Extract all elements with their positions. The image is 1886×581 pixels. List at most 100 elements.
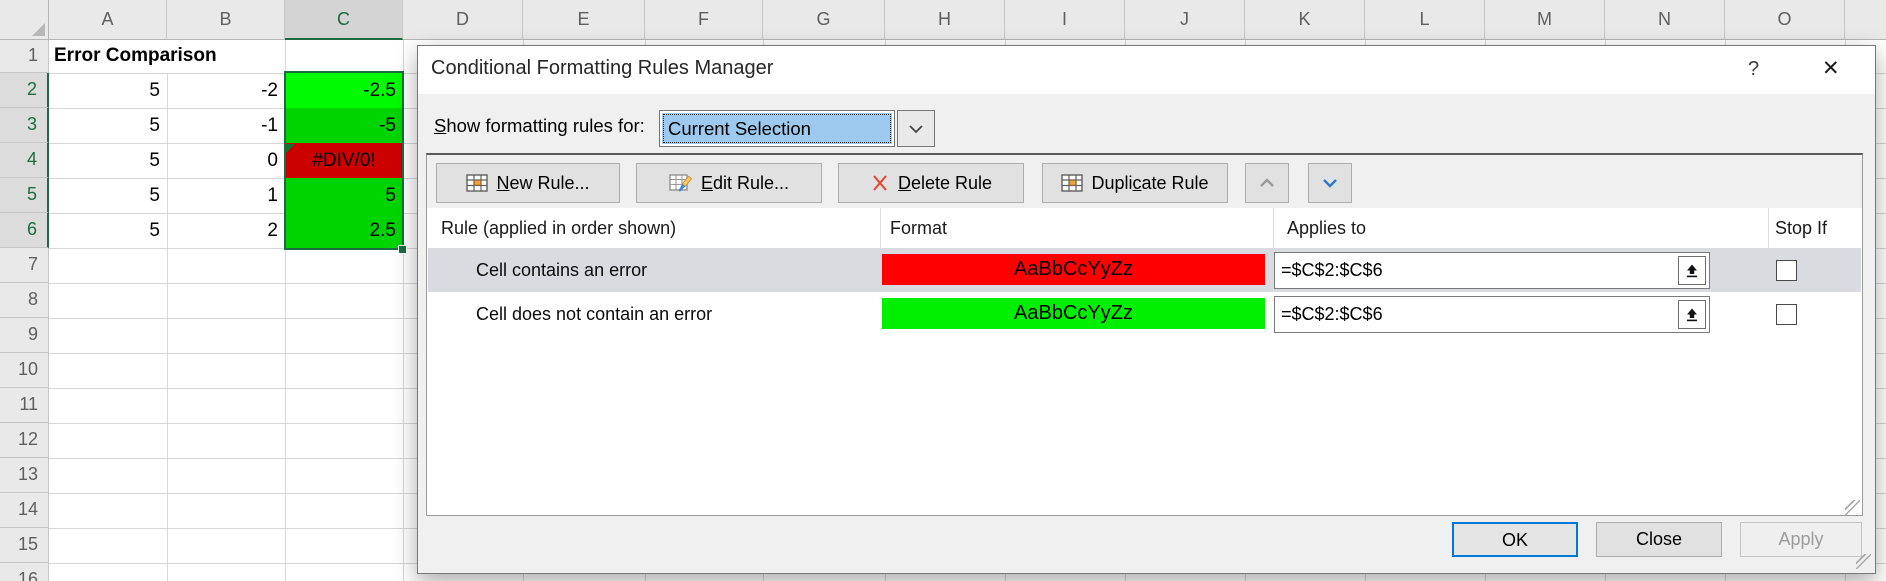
range-select-arrow-icon [1684,307,1700,323]
show-rules-label: Show formatting rules for: [434,115,645,137]
cell-A5[interactable]: 5 [49,178,167,213]
row-header-16[interactable]: 16 [0,563,49,581]
select-all-triangle [32,23,45,36]
col-header-O[interactable]: O [1725,0,1845,40]
rule-row[interactable]: Cell does not contain an errorAaBbCcYyZz… [428,292,1861,336]
rule-name: Cell does not contain an error [476,292,712,336]
dialog-title: Conditional Formatting Rules Manager [431,57,773,80]
collapse-dialog-button[interactable] [1678,300,1706,329]
rules-list-container: New Rule... Edit Rule... Delete Rule [426,153,1863,516]
col-header-K[interactable]: K [1245,0,1365,40]
close-button[interactable]: Close [1596,522,1722,557]
collapse-dialog-button[interactable] [1678,256,1706,285]
gridline [403,40,404,581]
list-resize-grip[interactable] [1845,500,1860,515]
show-rules-dropdown[interactable]: Current Selection [659,110,895,147]
col-header-J[interactable]: J [1125,0,1245,40]
col-header-B[interactable]: B [167,0,285,40]
delete-rule-label: Delete Rule [898,173,992,194]
delete-rule-button[interactable]: Delete Rule [838,163,1024,203]
col-header-C[interactable]: C [285,0,403,40]
cell-C6[interactable]: 2.5 [285,213,403,248]
cell-C2[interactable]: -2.5 [285,73,403,108]
applies-to-value[interactable]: =$C$2:$C$6 [1275,304,1678,325]
list-header-format: Format [890,208,947,248]
show-rules-dropdown-value[interactable]: Current Selection [662,113,892,144]
new-rule-label: New Rule... [496,173,589,194]
apply-button[interactable]: Apply [1740,522,1862,557]
screen: ABCDEFGHIJKLMNO12345678910111213141516Er… [0,0,1886,581]
cell-B4[interactable]: 0 [167,143,285,178]
conditional-formatting-rules-manager-dialog: Conditional Formatting Rules Manager ? ✕… [417,45,1876,574]
col-header-I[interactable]: I [1005,0,1125,40]
col-header-G[interactable]: G [763,0,885,40]
rules-toolbar: New Rule... Edit Rule... Delete Rule [427,155,1862,208]
close-icon[interactable]: ✕ [1822,56,1840,81]
dialog-titlebar[interactable]: Conditional Formatting Rules Manager ? ✕ [418,46,1875,94]
col-header-M[interactable]: M [1485,0,1605,40]
cell-A6[interactable]: 5 [49,213,167,248]
cell-A4[interactable]: 5 [49,143,167,178]
cell-C3[interactable]: -5 [285,108,403,143]
row-header-9[interactable]: 9 [0,318,49,353]
cell-A3[interactable]: 5 [49,108,167,143]
chevron-up-icon [1255,175,1279,191]
row-header-2[interactable]: 2 [0,73,49,108]
col-header-E[interactable]: E [523,0,645,40]
cell-C5[interactable]: 5 [285,178,403,213]
col-header-H[interactable]: H [885,0,1005,40]
cell-A1[interactable]: Error Comparison [49,40,285,73]
header-divider [1768,208,1769,248]
col-header-N[interactable]: N [1605,0,1725,40]
row-header-15[interactable]: 15 [0,528,49,563]
cell-B5[interactable]: 1 [167,178,285,213]
col-header-edge [1845,0,1886,40]
row-header-5[interactable]: 5 [0,178,49,213]
col-header-A[interactable]: A [49,0,167,40]
cell-B2[interactable]: -2 [167,73,285,108]
col-header-F[interactable]: F [645,0,763,40]
cell-B6[interactable]: 2 [167,213,285,248]
row-header-3[interactable]: 3 [0,108,49,143]
cell-A2[interactable]: 5 [49,73,167,108]
move-rule-down-button[interactable] [1308,163,1352,203]
ok-button[interactable]: OK [1452,522,1578,557]
stop-if-true-checkbox[interactable] [1776,304,1797,325]
select-all-corner[interactable] [0,0,49,40]
row-header-8[interactable]: 8 [0,283,49,318]
header-divider [880,208,881,248]
new-rule-button[interactable]: New Rule... [436,163,620,203]
format-preview-swatch: AaBbCcYyZz [882,254,1265,285]
rule-row[interactable]: Cell contains an errorAaBbCcYyZz=$C$2:$C… [428,248,1861,292]
row-header-14[interactable]: 14 [0,493,49,528]
dialog-resize-grip[interactable] [1856,554,1871,569]
row-header-10[interactable]: 10 [0,353,49,388]
list-header-applies-to: Applies to [1287,208,1366,248]
cell-C4[interactable]: #DIV/0! [285,143,403,178]
row-header-7[interactable]: 7 [0,248,49,283]
col-header-D[interactable]: D [403,0,523,40]
row-header-13[interactable]: 13 [0,458,49,493]
applies-to-input[interactable]: =$C$2:$C$6 [1274,296,1710,333]
row-header-12[interactable]: 12 [0,423,49,458]
cell-B3[interactable]: -1 [167,108,285,143]
row-header-1[interactable]: 1 [0,40,49,73]
error-indicator-icon [286,144,295,153]
edit-rule-button[interactable]: Edit Rule... [636,163,822,203]
list-header-rule: Rule (applied in order shown) [441,208,676,248]
row-header-11[interactable]: 11 [0,388,49,423]
chevron-down-icon [898,111,934,146]
row-header-6[interactable]: 6 [0,213,49,248]
edit-rule-label: Edit Rule... [701,173,789,194]
duplicate-rule-button[interactable]: Duplicate Rule [1042,163,1228,203]
help-icon[interactable]: ? [1748,58,1759,81]
dropdown-chevron-button[interactable] [897,110,935,147]
fill-handle[interactable] [398,245,407,254]
applies-to-input[interactable]: =$C$2:$C$6 [1274,252,1710,289]
applies-to-value[interactable]: =$C$2:$C$6 [1275,260,1678,281]
col-header-L[interactable]: L [1365,0,1485,40]
table-grid-icon [466,173,488,193]
move-rule-up-button[interactable] [1245,163,1289,203]
stop-if-true-checkbox[interactable] [1776,260,1797,281]
row-header-4[interactable]: 4 [0,143,49,178]
